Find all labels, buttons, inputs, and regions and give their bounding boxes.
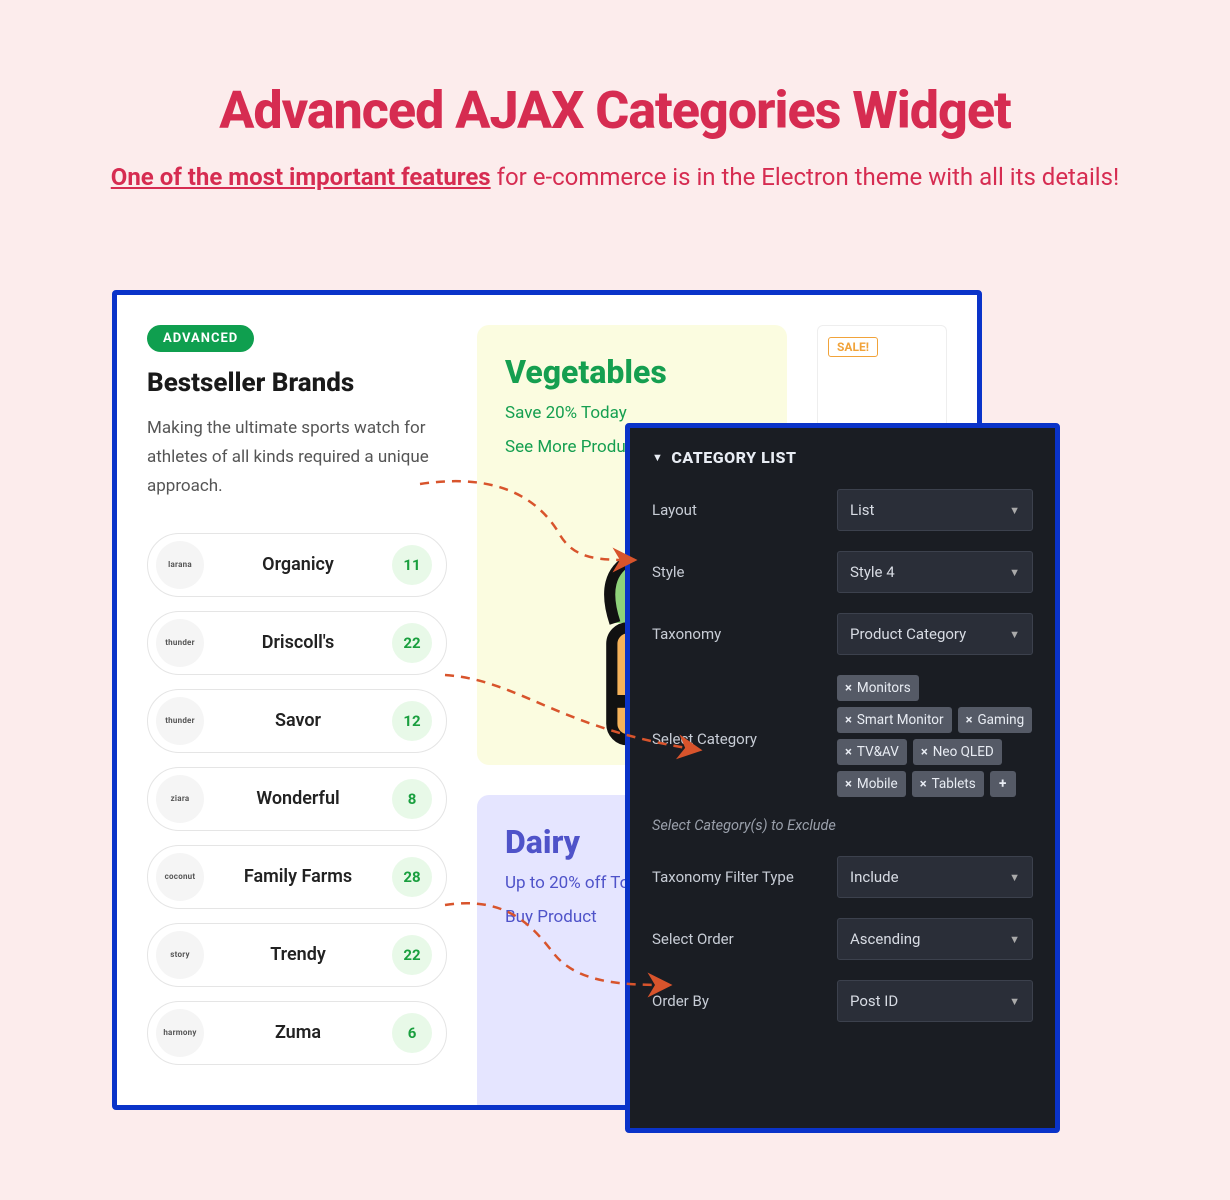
hero-title: Advanced AJAX Categories Widget [40, 80, 1190, 141]
category-tag[interactable]: ×Mobile [837, 771, 906, 797]
field-taxonomy: Taxonomy Product Category▼ [652, 613, 1033, 655]
brand-name: Organicy [218, 554, 378, 575]
category-tag[interactable]: ×Neo QLED [913, 739, 1002, 765]
brand-item[interactable]: thunder Driscoll's 22 [147, 611, 447, 675]
order-select[interactable]: Ascending▼ [837, 918, 1033, 960]
field-layout: Layout List▼ [652, 489, 1033, 531]
brand-name: Trendy [218, 944, 378, 965]
field-label: Style [652, 563, 827, 581]
brand-logo: ZIARA [156, 775, 204, 823]
promo-link[interactable]: Buy Product [505, 907, 597, 927]
chevron-down-icon: ▼ [1009, 566, 1020, 579]
brand-item[interactable]: LARANA Organicy 11 [147, 533, 447, 597]
hero-header: Advanced AJAX Categories Widget One of t… [0, 0, 1230, 226]
category-tag[interactable]: ×Tablets [912, 771, 984, 797]
taxonomy-select[interactable]: Product Category▼ [837, 613, 1033, 655]
brand-count: 22 [392, 623, 432, 663]
brand-name: Wonderful [218, 788, 378, 809]
field-order-by: Order By Post ID▼ [652, 980, 1033, 1022]
brand-name: Zuma [218, 1022, 378, 1043]
hero-sub-rest: for e-commerce is in the Electron theme … [491, 163, 1120, 191]
bestseller-brands-column: ADVANCED Bestseller Brands Making the ul… [147, 325, 447, 1110]
field-label: Layout [652, 501, 827, 519]
brand-count: 8 [392, 779, 432, 819]
chevron-down-icon: ▼ [1009, 504, 1020, 517]
remove-tag-icon[interactable]: × [845, 777, 852, 792]
brand-logo: coconut [156, 853, 204, 901]
layout-select[interactable]: List▼ [837, 489, 1033, 531]
field-label: Select Category [652, 675, 827, 748]
style-select[interactable]: Style 4▼ [837, 551, 1033, 593]
brand-logo: LARANA [156, 541, 204, 589]
remove-tag-icon[interactable]: × [845, 681, 852, 696]
remove-tag-icon[interactable]: × [920, 777, 927, 792]
brand-count: 11 [392, 545, 432, 585]
promo-title: Vegetables [505, 353, 759, 391]
brand-item[interactable]: HARMONY Zuma 6 [147, 1001, 447, 1065]
brand-list: LARANA Organicy 11 thunder Driscoll's 22 thu… [147, 533, 447, 1065]
category-tag[interactable]: ×TV&AV [837, 739, 907, 765]
sale-badge: SALE! [828, 337, 878, 357]
add-tag-button[interactable]: + [990, 771, 1016, 797]
field-select-category: Select Category ×Monitors ×Smart Monitor… [652, 675, 1033, 797]
brand-count: 6 [392, 1013, 432, 1053]
brand-logo: thunder [156, 619, 204, 667]
chevron-down-icon: ▼ [1009, 995, 1020, 1008]
brand-name: Family Farms [218, 866, 378, 887]
bestseller-desc: Making the ultimate sports watch for ath… [147, 414, 447, 501]
field-label: Order By [652, 992, 827, 1010]
category-tag[interactable]: ×Smart Monitor [837, 707, 952, 733]
field-select-order: Select Order Ascending▼ [652, 918, 1033, 960]
hero-subtitle: One of the most important features for e… [40, 159, 1190, 196]
field-label: Select Order [652, 930, 827, 948]
brand-logo: sTory [156, 931, 204, 979]
brand-count: 28 [392, 857, 432, 897]
advanced-badge: ADVANCED [147, 325, 254, 352]
field-filter-type: Taxonomy Filter Type Include▼ [652, 856, 1033, 898]
brand-count: 22 [392, 935, 432, 975]
caret-down-icon: ▼ [652, 451, 663, 464]
brand-logo: HARMONY [156, 1009, 204, 1057]
category-tag[interactable]: ×Gaming [958, 707, 1033, 733]
orderby-select[interactable]: Post ID▼ [837, 980, 1033, 1022]
remove-tag-icon[interactable]: × [845, 745, 852, 760]
brand-item[interactable]: coconut Family Farms 28 [147, 845, 447, 909]
remove-tag-icon[interactable]: × [845, 713, 852, 728]
brand-logo: thunder [156, 697, 204, 745]
field-style: Style Style 4▼ [652, 551, 1033, 593]
brand-item[interactable]: sTory Trendy 22 [147, 923, 447, 987]
filter-type-select[interactable]: Include▼ [837, 856, 1033, 898]
brand-name: Savor [218, 710, 378, 731]
field-label: Taxonomy Filter Type [652, 868, 827, 886]
panel-heading-text: CATEGORY LIST [671, 448, 796, 467]
field-label: Taxonomy [652, 625, 827, 643]
remove-tag-icon[interactable]: × [966, 713, 973, 728]
chevron-down-icon: ▼ [1009, 933, 1020, 946]
chevron-down-icon: ▼ [1009, 628, 1020, 641]
remove-tag-icon[interactable]: × [921, 745, 928, 760]
category-list-settings-panel: ▼ CATEGORY LIST Layout List▼ Style Style… [625, 423, 1060, 1133]
exclude-hint: Select Category(s) to Exclude [652, 817, 1033, 834]
brand-item[interactable]: thunder Savor 12 [147, 689, 447, 753]
panel-heading[interactable]: ▼ CATEGORY LIST [652, 448, 1033, 467]
promo-line: Save 20% Today [505, 403, 759, 423]
hero-sub-bold: One of the most important features [111, 163, 491, 191]
category-tag[interactable]: ×Monitors [837, 675, 919, 701]
chevron-down-icon: ▼ [1009, 871, 1020, 884]
bestseller-title: Bestseller Brands [147, 368, 447, 398]
category-tags: ×Monitors ×Smart Monitor ×Gaming ×TV&AV … [837, 675, 1033, 797]
brand-item[interactable]: ZIARA Wonderful 8 [147, 767, 447, 831]
brand-count: 12 [392, 701, 432, 741]
brand-name: Driscoll's [218, 632, 378, 653]
